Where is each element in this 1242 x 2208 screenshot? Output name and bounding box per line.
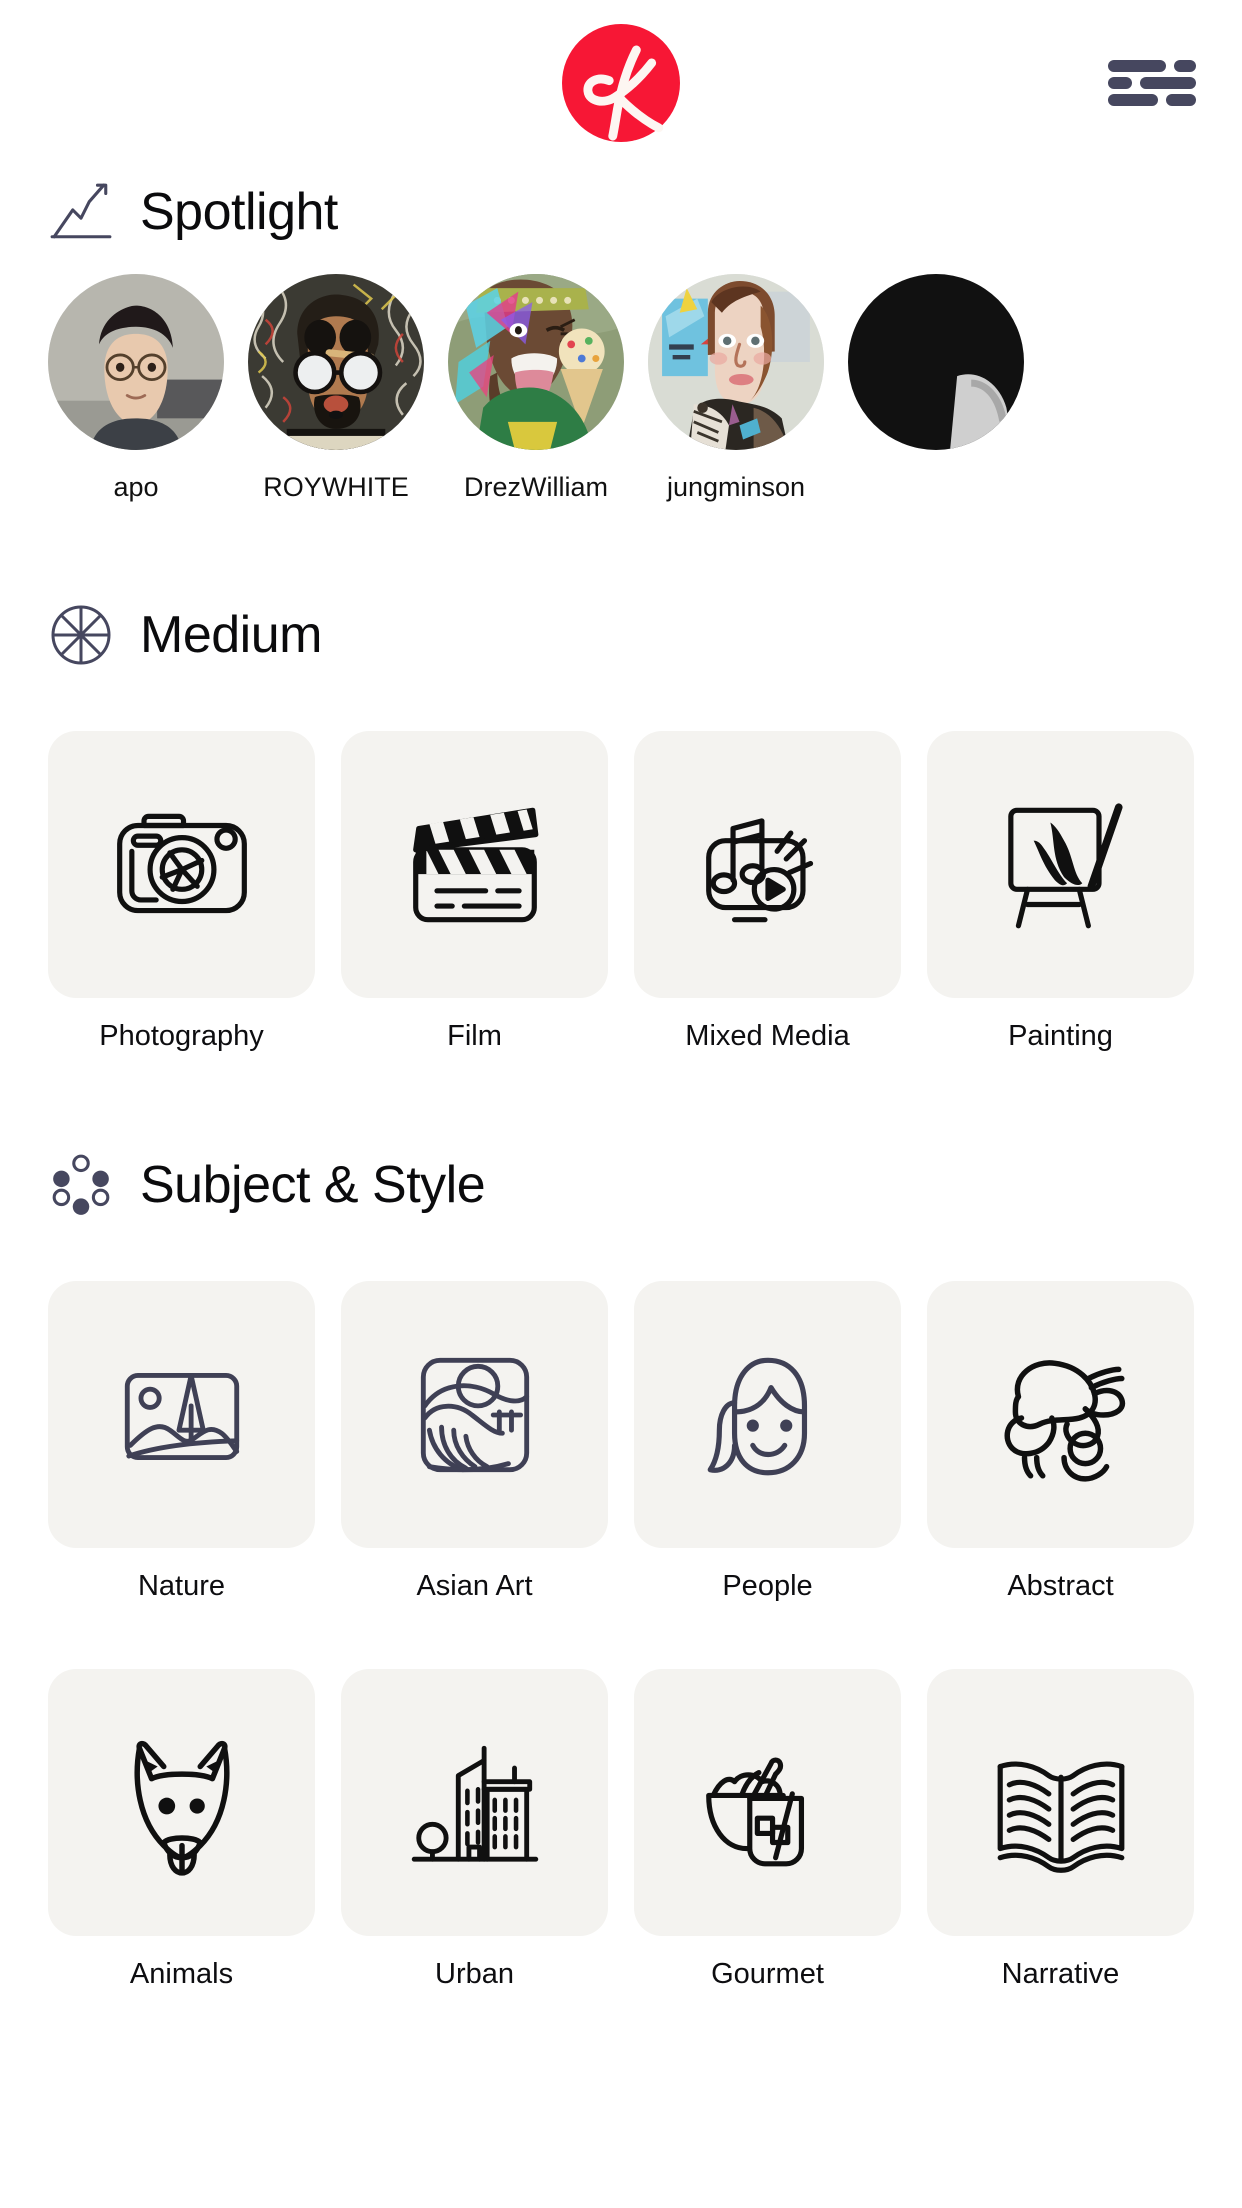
item-label: Nature [137,1570,226,1602]
hamburger-menu-button[interactable] [1108,52,1200,114]
artist-name: apo [113,472,159,502]
spotlight-artist[interactable] [848,274,1024,503]
subject-item-asian-art[interactable]: Asian Art [341,1281,608,1603]
spotlight-section-header: Spotlight [0,166,1242,258]
buildings-icon [411,1745,538,1862]
spotlight-artist[interactable]: apo [48,274,224,503]
menu-segment [1108,77,1132,89]
avatar[interactable] [448,274,624,450]
medium-item-film[interactable]: Film [341,731,608,1053]
subject-item-urban[interactable]: Urban [341,1669,608,1991]
app-header [0,0,1242,166]
abstract-shapes-icon [1004,1359,1125,1482]
trending-chart-icon [48,179,114,245]
subject-item-animals[interactable]: Animals [48,1669,315,1991]
camera-icon [116,813,247,913]
item-label: Asian Art [416,1570,533,1602]
subject-item-narrative[interactable]: Narrative [927,1669,1194,1991]
subject-item-people[interactable]: People [634,1281,901,1603]
medium-section-header: Medium [0,589,1242,681]
item-label: Abstract [1007,1570,1114,1602]
open-book-icon [997,1761,1124,1873]
menu-segment [1108,94,1158,106]
tile[interactable] [927,1669,1194,1936]
medium-item-painting[interactable]: Painting [927,731,1194,1053]
tile[interactable] [341,1669,608,1936]
medium-item-photography[interactable]: Photography [48,731,315,1053]
avatar[interactable] [248,274,424,450]
spotlight-artist[interactable]: ROYWHITE [248,274,424,503]
tile[interactable] [927,1281,1194,1548]
item-label: Film [447,1020,502,1052]
item-label: Mixed Media [685,1020,850,1052]
avatar[interactable] [648,274,824,450]
tile[interactable] [341,1281,608,1548]
ck-logo[interactable] [562,24,680,142]
artist-name: jungminson [666,472,806,502]
item-label: Animals [129,1958,234,1990]
tile[interactable] [48,731,315,998]
music-play-icon [705,817,813,922]
spotlight-carousel[interactable]: apo ROYWHITE DrezWilliam jungminson [0,274,1242,503]
item-label: Narrative [1001,1958,1120,1990]
menu-segment [1140,77,1196,89]
subject-style-title: Subject & Style [140,1156,486,1214]
menu-segment [1166,94,1196,106]
tile[interactable] [48,1281,315,1548]
avatar[interactable] [848,274,1024,450]
medium-grid: Photography Film Mixed Media Painting [0,731,1242,1053]
avatar[interactable] [48,274,224,450]
item-label: Painting [1008,1020,1113,1052]
item-label: Photography [99,1020,264,1052]
cat-face-icon [134,1740,229,1876]
menu-line-2 [1108,77,1200,89]
subject-item-abstract[interactable]: Abstract [927,1281,1194,1603]
menu-segment [1174,60,1196,72]
medium-item-mixed-media[interactable]: Mixed Media [634,731,901,1053]
item-label: Gourmet [711,1958,824,1990]
artist-name: DrezWilliam [464,472,608,502]
clapperboard-icon [412,807,538,922]
spotlight-artist[interactable]: DrezWilliam [448,274,624,503]
easel-brush-icon [1007,802,1123,928]
subject-style-section-header: Subject & Style [0,1139,1242,1231]
face-smile-icon [707,1357,807,1475]
tile[interactable] [634,731,901,998]
subject-style-grid-row-2: Animals Urban Gourmet Narrative [0,1669,1242,1991]
menu-line-1 [1108,60,1200,72]
tile[interactable] [634,1281,901,1548]
tile[interactable] [927,731,1194,998]
subject-item-gourmet[interactable]: Gourmet [634,1669,901,1991]
wave-sun-icon [420,1357,529,1472]
spotlight-artist[interactable]: jungminson [648,274,824,503]
menu-segment [1108,60,1166,72]
landscape-icon [124,1372,239,1460]
spotlight-avatar-row[interactable]: apo ROYWHITE DrezWilliam jungminson [0,274,1242,503]
bowl-drink-icon [705,1757,804,1866]
tile[interactable] [634,1669,901,1936]
medium-title: Medium [140,606,322,664]
spotlight-title: Spotlight [140,183,338,241]
tile[interactable] [341,731,608,998]
subject-style-grid-row-1: Nature Asian Art People Abstract [0,1281,1242,1603]
dots-pattern-icon [48,1152,114,1218]
menu-line-3 [1108,94,1200,106]
wheel-spokes-icon [48,602,114,668]
tile[interactable] [48,1669,315,1936]
subject-item-nature[interactable]: Nature [48,1281,315,1603]
item-label: Urban [435,1958,514,1990]
item-label: People [722,1570,813,1602]
artist-name: ROYWHITE [263,472,409,502]
